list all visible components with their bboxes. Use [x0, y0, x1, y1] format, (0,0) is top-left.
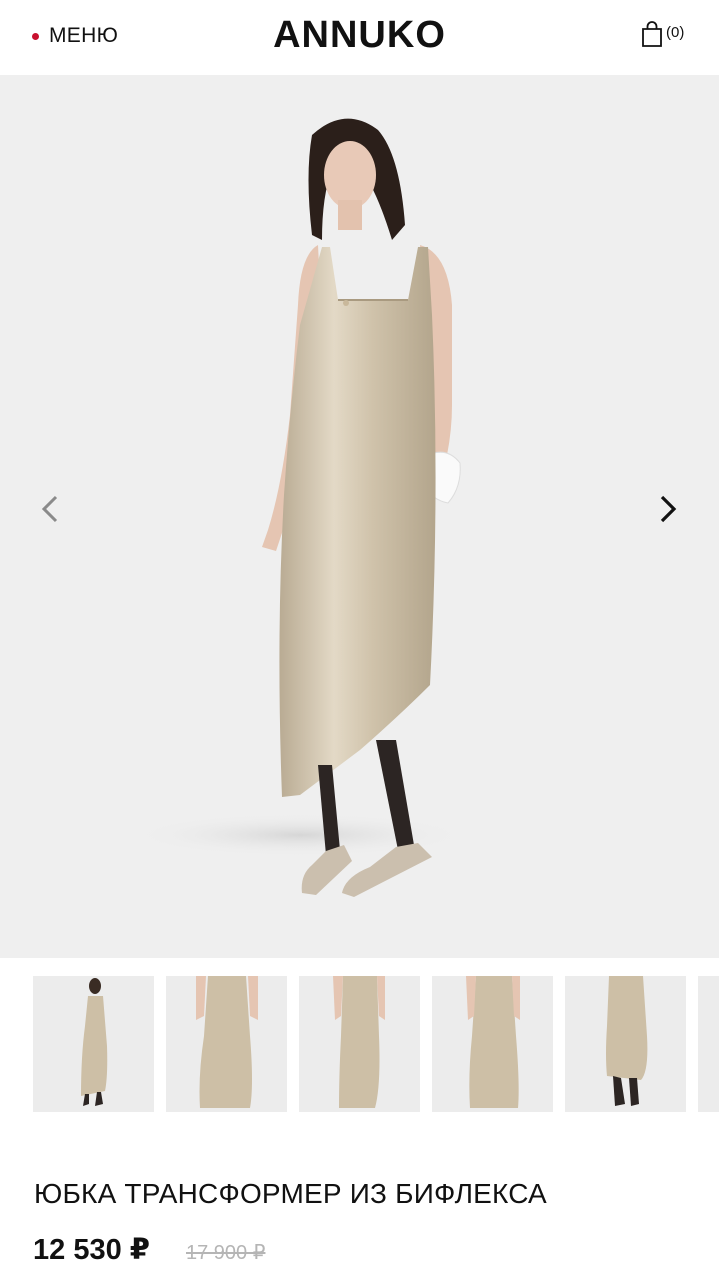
- product-old-price: 17 900 ₽: [186, 1242, 266, 1264]
- thumbnail-5[interactable]: [565, 976, 686, 1112]
- thumbnail-image: [432, 976, 553, 1112]
- header: МЕНЮ ANNUKO (0): [0, 0, 719, 75]
- thumbnail-image: [565, 976, 686, 1112]
- product-price: 12 530 ₽: [33, 1234, 150, 1266]
- product-main-image: [130, 118, 470, 897]
- thumbnail-4[interactable]: [432, 976, 553, 1112]
- chevron-left-icon[interactable]: [36, 494, 66, 524]
- cart-count: (0): [666, 24, 685, 41]
- product-image-gallery[interactable]: [0, 75, 719, 958]
- thumbnail-6[interactable]: [698, 976, 719, 1112]
- thumbnail-image: [698, 976, 719, 1112]
- chevron-right-icon[interactable]: [652, 494, 682, 524]
- thumbnail-image: [299, 976, 420, 1112]
- thumbnail-2[interactable]: [166, 976, 287, 1112]
- shopping-bag-icon: [642, 21, 662, 47]
- thumbnail-image: [33, 976, 154, 1112]
- thumbnail-image: [166, 976, 287, 1112]
- cart-button[interactable]: (0): [640, 20, 684, 48]
- thumbnail-1[interactable]: [33, 976, 154, 1112]
- product-title: ЮБКА ТРАНСФОРМЕР ИЗ БИФЛЕКСА: [34, 1178, 547, 1209]
- thumbnail-strip: [0, 976, 719, 1112]
- thumbnail-3[interactable]: [299, 976, 420, 1112]
- brand-logo[interactable]: ANNUKO: [0, 14, 719, 57]
